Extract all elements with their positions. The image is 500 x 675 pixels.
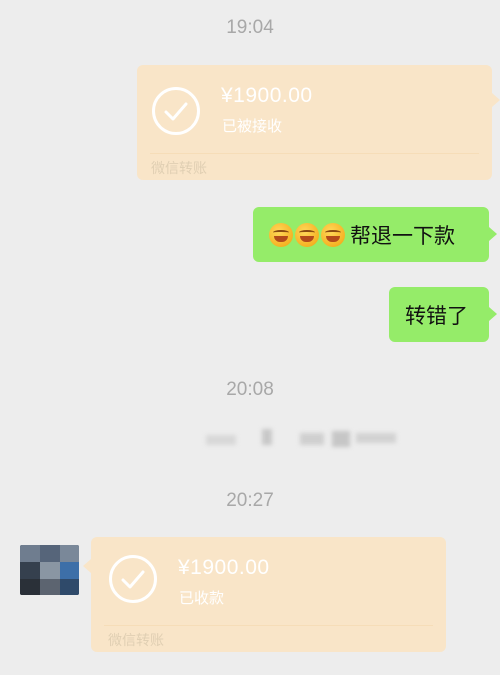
crying-laughing-emoji-icon [321, 222, 345, 247]
contact-avatar[interactable] [20, 545, 79, 595]
divider [104, 625, 433, 626]
transfer-amount: ¥1900.00 [221, 84, 313, 107]
message-text: 转错了 [405, 303, 468, 328]
transfer-footer-label: 微信转账 [151, 161, 207, 177]
divider [150, 153, 479, 154]
check-circle-icon [109, 555, 157, 603]
timestamp: 20:08 [226, 379, 274, 400]
transfer-footer-label: 微信转账 [108, 633, 164, 649]
timestamp: 19:04 [226, 17, 274, 38]
transfer-status: 已被接收 [222, 117, 283, 135]
transfer-status: 已收款 [179, 589, 225, 607]
sent-message-bubble[interactable]: 帮退一下款 [253, 207, 497, 262]
crying-laughing-emoji-icon [269, 222, 293, 247]
transfer-card-received[interactable]: ¥1900.00 已收款 微信转账 [83, 537, 446, 652]
redacted-message [200, 425, 410, 453]
transfer-amount: ¥1900.00 [178, 556, 270, 579]
timestamp: 20:27 [226, 490, 274, 511]
crying-laughing-emoji-icon [295, 222, 319, 247]
transfer-card-accepted[interactable]: ¥1900.00 已被接收 微信转账 [137, 65, 500, 180]
check-circle-icon [152, 87, 200, 135]
sent-message-bubble[interactable]: 转错了 [389, 287, 497, 342]
message-text: 帮退一下款 [350, 223, 455, 248]
